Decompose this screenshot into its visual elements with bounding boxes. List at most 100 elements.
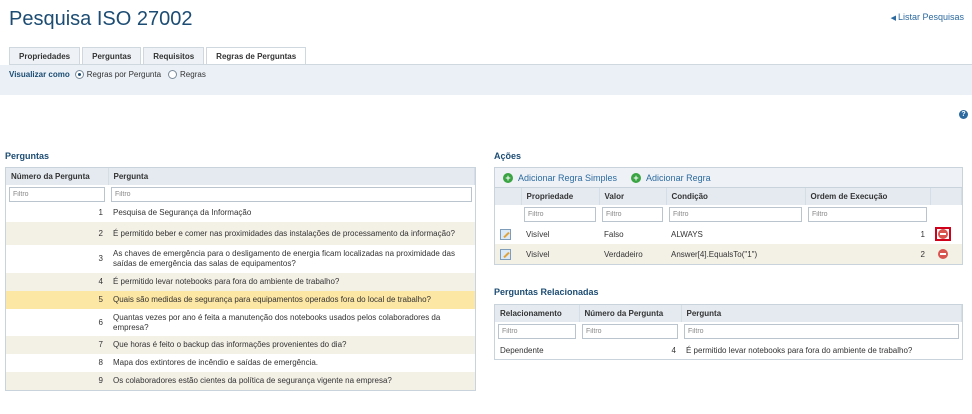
filter-property-input[interactable] xyxy=(524,207,596,222)
question-number: 8 xyxy=(98,358,103,367)
minus-circle-icon xyxy=(938,229,948,239)
plus-circle-icon: + xyxy=(503,172,513,183)
question-text: É permitido levar notebooks para fora do… xyxy=(108,273,475,291)
radio-rules-by-question-label[interactable]: Regras por Pergunta xyxy=(87,70,161,79)
column-header-edit xyxy=(495,188,522,205)
filter-relationship-input[interactable] xyxy=(498,324,576,339)
tab-propriedades[interactable]: Propriedades xyxy=(9,47,81,65)
question-number: 2 xyxy=(6,222,108,245)
table-row[interactable]: 9 Os colaboradores estão cientes da polí… xyxy=(6,372,475,390)
actions-section-title: Ações xyxy=(494,151,522,161)
column-header-question-number[interactable]: Número da Pergunta xyxy=(579,305,682,322)
table-row[interactable]: 8 Mapa dos extintores de incêndio e saíd… xyxy=(6,354,475,372)
question-text: É permitido levar notebooks para fora do… xyxy=(686,345,913,355)
rule-execution-order: 1 xyxy=(920,229,925,239)
filter-value-input[interactable] xyxy=(602,207,663,222)
filter-question-number-input[interactable] xyxy=(582,324,678,339)
rule-value: Falso xyxy=(604,229,624,239)
list-surveys-label: Listar Pesquisas xyxy=(897,12,964,22)
edit-icon[interactable] xyxy=(500,248,511,260)
table-row[interactable]: 3 As chaves de emergência para o desliga… xyxy=(6,245,475,273)
actions-table: Propriedade Valor Condição Ordem de Exec… xyxy=(494,187,963,265)
add-rule-button[interactable]: + Adicionar Regra xyxy=(631,172,711,183)
table-row[interactable]: 1 Pesquisa de Segurança da Informação xyxy=(6,204,475,222)
question-number: 4 xyxy=(671,345,676,355)
column-header-value[interactable]: Valor xyxy=(599,188,667,205)
column-header-condition[interactable]: Condição xyxy=(666,188,806,205)
page-title: Pesquisa ISO 27002 xyxy=(9,8,193,30)
relationship-type: Dependente xyxy=(500,345,544,355)
filter-question-input[interactable] xyxy=(111,187,472,202)
question-text: As chaves de emergência para o desligame… xyxy=(113,249,455,268)
rule-condition: Answer[4].EqualsTo("1") xyxy=(666,244,805,264)
questions-section-title: Perguntas xyxy=(5,151,50,161)
question-text: Quais são medidas de segurança para equi… xyxy=(108,291,475,309)
radio-rules-by-question[interactable] xyxy=(74,70,84,79)
tab-perguntas[interactable]: Perguntas xyxy=(82,47,142,65)
tab-requisitos[interactable]: Requisitos xyxy=(143,47,205,65)
questions-table: Número da Pergunta Pergunta 1 Pesquisa d… xyxy=(5,167,476,391)
actions-filter-row xyxy=(495,205,962,224)
radio-rules[interactable] xyxy=(168,70,178,79)
view-as-label: Visualizar como xyxy=(9,70,70,79)
column-header-question-number[interactable]: Número da Pergunta xyxy=(6,168,109,185)
question-number: 6 xyxy=(98,317,103,327)
column-header-question[interactable]: Pergunta xyxy=(681,305,962,322)
question-text: Pesquisa de Segurança da Informação xyxy=(113,208,252,217)
question-number: 9 xyxy=(6,372,108,390)
radio-rules-label[interactable]: Regras xyxy=(180,70,206,79)
table-row-selected[interactable]: 5 Quais são medidas de segurança para eq… xyxy=(6,291,475,309)
question-text: É permitido beber e comer nas proximidad… xyxy=(108,222,475,245)
related-questions-section-title: Perguntas Relacionadas xyxy=(494,287,599,297)
filter-question-number-input[interactable] xyxy=(9,187,105,202)
column-header-execution-order[interactable]: Ordem de Execução xyxy=(805,188,931,205)
table-row[interactable]: 6 Quantas vezes por ano é feita a manute… xyxy=(6,309,475,336)
question-text: Quantas vezes por ano é feita a manutenç… xyxy=(113,312,441,332)
delete-rule-button[interactable] xyxy=(935,227,951,241)
column-header-delete xyxy=(930,188,962,205)
list-surveys-link[interactable]: ◀ Listar Pesquisas xyxy=(891,12,964,22)
rule-property: Visível xyxy=(526,229,550,239)
help-icon[interactable]: ? xyxy=(959,110,968,119)
actions-header-row: Propriedade Valor Condição Ordem de Exec… xyxy=(495,188,962,205)
related-filter-row xyxy=(495,322,962,341)
rule-value: Verdadeiro xyxy=(599,244,666,264)
related-questions-table: Relacionamento Número da Pergunta Pergun… xyxy=(494,304,963,360)
rule-execution-order: 2 xyxy=(805,244,930,264)
filter-execution-order-input[interactable] xyxy=(808,207,927,222)
question-text: Os colaboradores estão cientes da políti… xyxy=(108,372,475,390)
questions-header-row: Número da Pergunta Pergunta xyxy=(6,168,475,185)
question-number: 3 xyxy=(98,254,103,263)
question-text: Mapa dos extintores de incêndio e saídas… xyxy=(113,358,319,367)
view-as-bar: Visualizar como Regras por Pergunta Regr… xyxy=(0,65,972,95)
arrow-left-icon: ◀ xyxy=(890,15,896,22)
filter-condition-input[interactable] xyxy=(669,207,802,222)
minus-circle-icon xyxy=(938,249,948,259)
column-header-relationship[interactable]: Relacionamento xyxy=(495,305,580,322)
table-row[interactable]: Dependente 4 É permitido levar notebooks… xyxy=(495,341,962,359)
filter-question-input[interactable] xyxy=(684,324,959,339)
add-simple-rule-button[interactable]: + Adicionar Regra Simples xyxy=(503,172,618,183)
table-row[interactable]: 2 É permitido beber e comer nas proximid… xyxy=(6,222,475,245)
questions-filter-row xyxy=(6,185,475,204)
edit-icon[interactable] xyxy=(500,228,511,240)
table-row[interactable]: Visível Verdadeiro Answer[4].EqualsTo("1… xyxy=(495,244,962,264)
tab-bar: Propriedades Perguntas Requisitos Regras… xyxy=(9,47,308,66)
column-header-question[interactable]: Pergunta xyxy=(108,168,475,185)
add-rule-label: Adicionar Regra xyxy=(646,172,711,183)
question-number: 4 xyxy=(6,273,108,291)
rule-property: Visível xyxy=(521,244,599,264)
delete-rule-button[interactable] xyxy=(935,247,951,261)
question-text: Que horas é feito o backup das informaçõ… xyxy=(108,336,475,354)
related-header-row: Relacionamento Número da Pergunta Pergun… xyxy=(495,305,962,322)
question-number: 7 xyxy=(6,336,108,354)
question-number: 1 xyxy=(98,208,103,217)
table-row[interactable]: 4 É permitido levar notebooks para fora … xyxy=(6,273,475,291)
plus-circle-icon: + xyxy=(631,172,642,183)
rule-condition: ALWAYS xyxy=(671,229,703,239)
column-header-property[interactable]: Propriedade xyxy=(521,188,600,205)
table-row[interactable]: Visível Falso ALWAYS 1 xyxy=(495,224,962,244)
table-row[interactable]: 7 Que horas é feito o backup das informa… xyxy=(6,336,475,354)
add-simple-rule-label: Adicionar Regra Simples xyxy=(518,172,618,183)
actions-toolbar: + Adicionar Regra Simples + Adicionar Re… xyxy=(494,167,963,187)
